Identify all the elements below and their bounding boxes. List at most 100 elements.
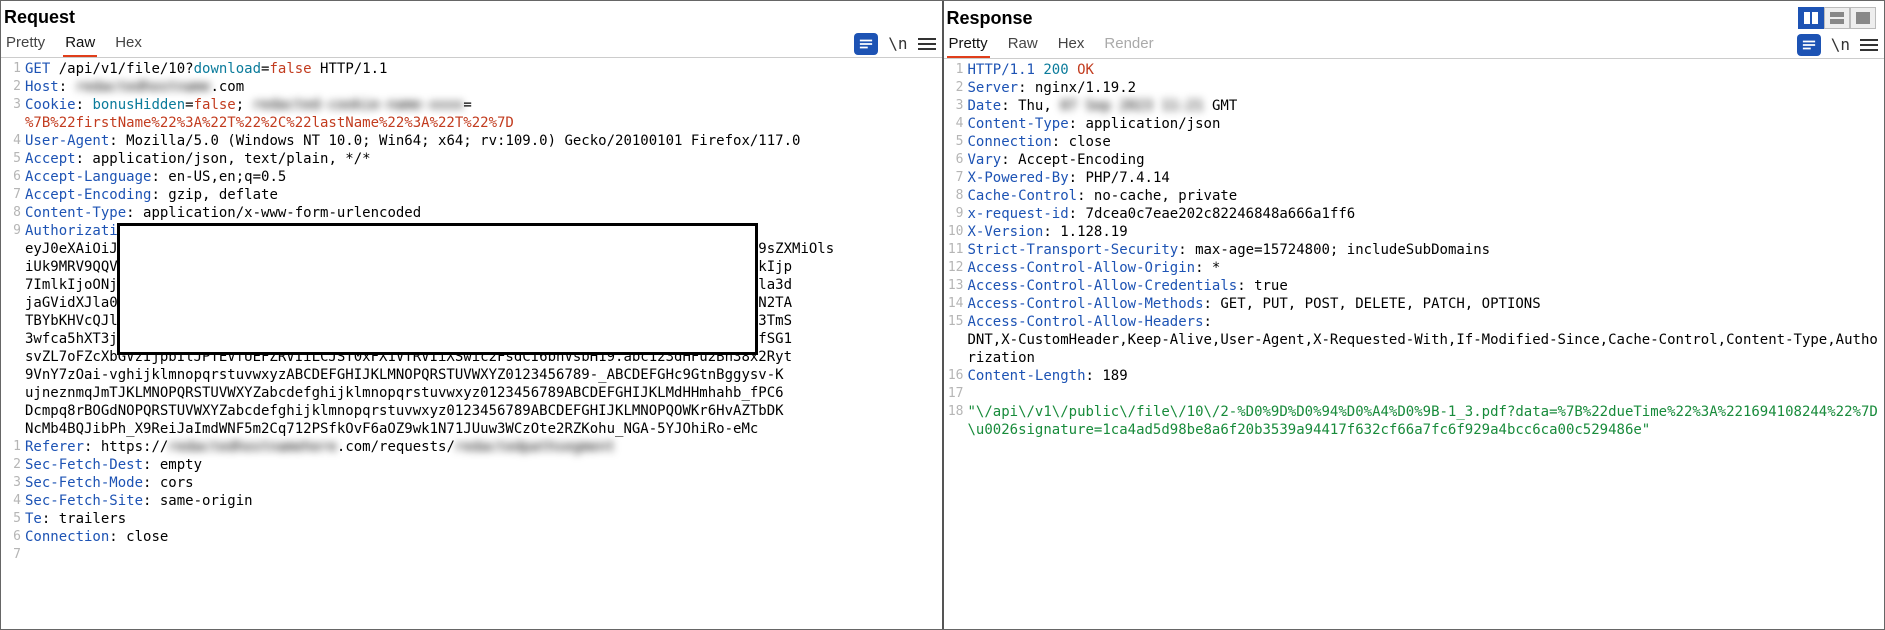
layout-rows-icon[interactable]	[1824, 7, 1850, 29]
line-text: Cache-Control: no-cache, private	[968, 187, 1885, 205]
code-line: 6Accept-Language: en-US,en;q=0.5	[1, 168, 942, 186]
request-title: Request	[4, 7, 75, 28]
request-editor[interactable]: 1 GET /api/v1/file/10?download=false HTTP…	[1, 58, 942, 629]
code-line: 3Date: Thu, 07 Sep 2023 11:21 GMT	[944, 97, 1885, 115]
response-toolbar: \n	[1797, 34, 1878, 56]
code-line: 2Sec-Fetch-Dest: empty	[1, 456, 942, 474]
line-number: 3	[1, 474, 25, 492]
layout-buttons	[1798, 7, 1876, 29]
line-text: svZL7oFZcXbGVzIjpbIlJPTEVfUEFZRVIiLCJST0…	[25, 348, 942, 366]
line-text: GET /api/v1/file/10?download=false HTTP/…	[25, 60, 942, 78]
line-number: 7	[944, 169, 968, 187]
line-number	[1, 240, 25, 258]
line-number	[1, 366, 25, 384]
line-text	[25, 546, 942, 564]
line-text: Te: trailers	[25, 510, 942, 528]
line-text: Server: nginx/1.19.2	[968, 79, 1885, 97]
code-line: 4User-Agent: Mozilla/5.0 (Windows NT 10.…	[1, 132, 942, 150]
line-text: NcMb4BQJibPh_X9ReiJaImdWNF5m2Cq712PSfkOv…	[25, 420, 942, 438]
line-text: Sec-Fetch-Dest: empty	[25, 456, 942, 474]
line-number: 1	[1, 438, 25, 456]
line-number: 2	[1, 456, 25, 474]
line-number: 6	[944, 151, 968, 169]
line-text: x-request-id: 7dcea0c7eae202c82246848a66…	[968, 205, 1885, 223]
tab-raw[interactable]: Raw	[63, 30, 97, 57]
line-text: ujneznmqJmTJKLMNOPQRSTUVWXYZabcdefghijkl…	[25, 384, 942, 402]
line-text: Accept-Language: en-US,en;q=0.5	[25, 168, 942, 186]
code-line: 11Strict-Transport-Security: max-age=157…	[944, 241, 1885, 259]
line-text: HTTP/1.1 200 OK	[968, 61, 1885, 79]
line-text: %7B%22firstName%22%3A%22T%22%2C%22lastNa…	[25, 114, 942, 132]
response-editor[interactable]: 1HTTP/1.1 200 OK2Server: nginx/1.19.23Da…	[944, 59, 1885, 629]
options-icon[interactable]	[918, 35, 936, 53]
code-line: 7ImlkIjoONjgsInVzZXJuYW1lIjoidGVzdEBleGF…	[1, 276, 942, 294]
request-tabs: Pretty Raw Hex	[4, 30, 144, 57]
actions-icon[interactable]	[854, 33, 878, 55]
line-text: Connection: close	[968, 133, 1885, 151]
line-number	[1, 276, 25, 294]
line-number: 9	[944, 205, 968, 223]
options-icon[interactable]	[1860, 36, 1878, 54]
actions-icon[interactable]	[1797, 34, 1821, 56]
line-number	[1, 330, 25, 348]
line-text: jaGVidXJla0BnbWFpbC5jb20iLCJpc0FjdGl2ZSI…	[25, 294, 942, 312]
line-number	[1, 402, 25, 420]
line-number: 18	[944, 403, 968, 439]
code-line: NcMb4BQJibPh_X9ReiJaImdWNF5m2Cq712PSfkOv…	[1, 420, 942, 438]
line-number: 8	[1, 204, 25, 222]
code-line: 7X-Powered-By: PHP/7.4.14	[944, 169, 1885, 187]
request-header: Request	[1, 1, 942, 30]
code-line: 6Vary: Accept-Encoding	[944, 151, 1885, 169]
layout-columns-icon[interactable]	[1798, 7, 1824, 29]
line-number: 6	[1, 168, 25, 186]
code-line: 9Authorization: Bearer	[1, 222, 942, 240]
line-text: Host: redactedhostname.com	[25, 78, 942, 96]
line-text: Content-Type: application/x-www-form-url…	[25, 204, 942, 222]
code-line: 4Sec-Fetch-Site: same-origin	[1, 492, 942, 510]
code-line: iUk9MRV9QQVlFUiIsIlJPTEVfVVNFUiJdLCJ1c2V…	[1, 258, 942, 276]
layout-single-icon[interactable]	[1850, 7, 1876, 29]
line-text: 7ImlkIjoONjgsInVzZXJuYW1lIjoidGVzdEBleGF…	[25, 276, 942, 294]
code-line: eyJ0eXAiOiJKV1QiLCJhbGciOiJSUzI1NiJ9.eyJ…	[1, 240, 942, 258]
line-number: 16	[944, 367, 968, 385]
code-line: 2Server: nginx/1.19.2	[944, 79, 1885, 97]
http-editor: Request Pretty Raw Hex \n 1 GET /api/v1/fil…	[0, 0, 1885, 630]
tab-raw[interactable]: Raw	[1006, 31, 1040, 58]
request-toolbar: \n	[854, 33, 935, 55]
tab-hex[interactable]: Hex	[1056, 31, 1087, 58]
line-number: 3	[944, 97, 968, 115]
line-text: Content-Type: application/json	[968, 115, 1885, 133]
code-line: 4Content-Type: application/json	[944, 115, 1885, 133]
line-number: 2	[944, 79, 968, 97]
code-line: 5Connection: close	[944, 133, 1885, 151]
tab-pretty[interactable]: Pretty	[947, 31, 990, 58]
line-number: 9	[1, 222, 25, 240]
line-text: X-Version: 1.128.19	[968, 223, 1885, 241]
code-line: 5Accept: application/json, text/plain, *…	[1, 150, 942, 168]
line-text: Strict-Transport-Security: max-age=15724…	[968, 241, 1885, 259]
code-line: 16Content-Length: 189	[944, 367, 1885, 385]
request-pane: Request Pretty Raw Hex \n 1 GET /api/v1/fil…	[1, 1, 942, 629]
code-line: 3Sec-Fetch-Mode: cors	[1, 474, 942, 492]
line-number	[1, 312, 25, 330]
line-number	[1, 114, 25, 132]
tab-pretty[interactable]: Pretty	[4, 30, 47, 57]
line-text: Connection: close	[25, 528, 942, 546]
code-line: ujneznmqJmTJKLMNOPQRSTUVWXYZabcdefghijkl…	[1, 384, 942, 402]
line-text: Access-Control-Allow-Methods: GET, PUT, …	[968, 295, 1885, 313]
tab-hex[interactable]: Hex	[113, 30, 144, 57]
line-number	[1, 384, 25, 402]
code-line: 15Access-Control-Allow-Headers:	[944, 313, 1885, 331]
line-text: "\/api\/v1\/public\/file\/10\/2-%D0%9D%D…	[968, 403, 1885, 439]
code-line: 18"\/api\/v1\/public\/file\/10\/2-%D0%9D…	[944, 403, 1885, 439]
line-text: DNT,X-CustomHeader,Keep-Alive,User-Agent…	[968, 331, 1885, 367]
line-number	[1, 258, 25, 276]
request-tabs-row: Pretty Raw Hex \n	[1, 30, 942, 58]
code-line: 1GET /api/v1/file/10?download=false HTTP…	[1, 60, 942, 78]
line-number: 11	[944, 241, 968, 259]
code-line: 5Te: trailers	[1, 510, 942, 528]
line-text: Content-Length: 189	[968, 367, 1885, 385]
code-line: 13Access-Control-Allow-Credentials: true	[944, 277, 1885, 295]
newline-toggle[interactable]: \n	[888, 34, 907, 53]
newline-toggle[interactable]: \n	[1831, 35, 1850, 54]
